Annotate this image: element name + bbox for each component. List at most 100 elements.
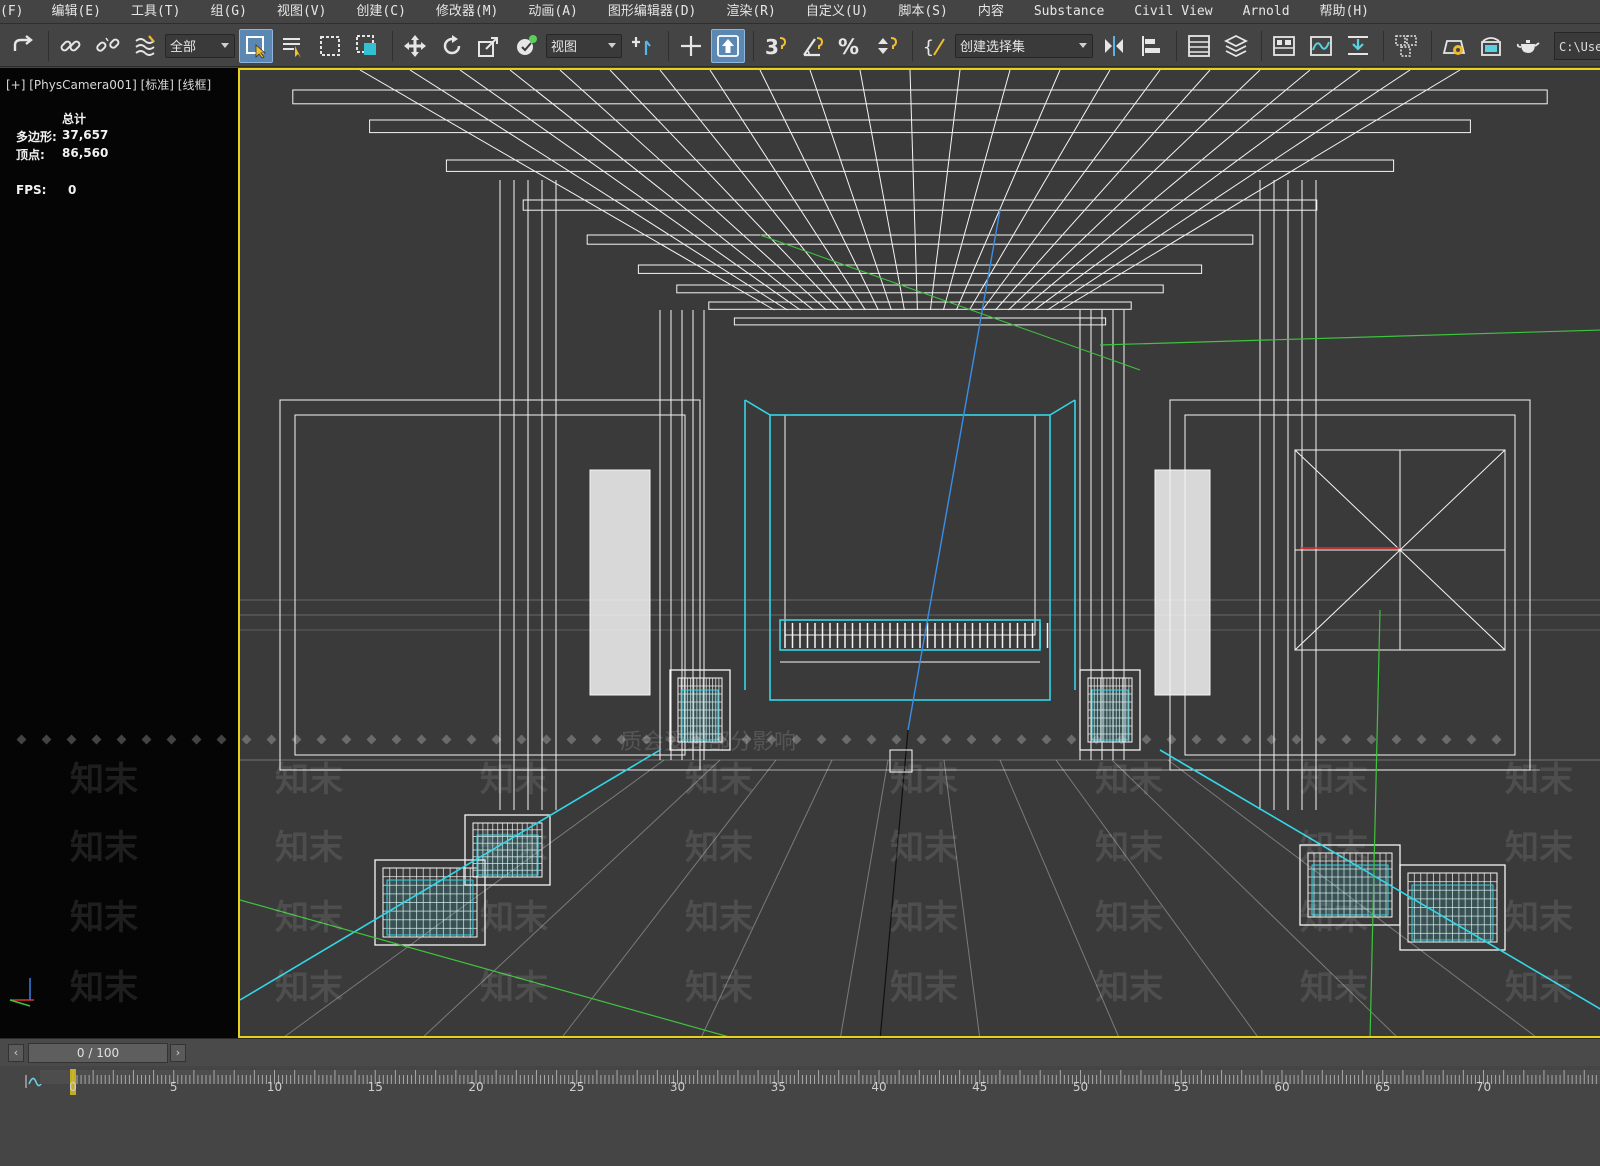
vertex-count-label: 顶点: [16, 148, 45, 162]
reference-coordinate-dropdown[interactable]: 视图 [546, 33, 622, 58]
scene-explorer-button[interactable] [1182, 29, 1216, 63]
track-bar[interactable]: 0 5 10 15 20 25 30 35 40 45 50 55 60 65 70 [0, 1066, 1600, 1166]
select-and-place-button[interactable] [509, 29, 543, 63]
rendered-frame-window-button[interactable] [1474, 29, 1508, 63]
render-teapot-icon [1516, 39, 1540, 53]
align-button[interactable] [1134, 29, 1168, 63]
viewport-stats-panel: [+] [PhysCamera001] [标准] [线框] 总计 多边形: 37… [0, 68, 238, 1038]
manipulate-icon [681, 35, 701, 56]
select-by-name-button[interactable] [276, 29, 310, 63]
angle-snap-icon [803, 36, 824, 56]
selection-filter-value: 全部 [170, 40, 197, 55]
curve-editor-icon [1310, 35, 1332, 56]
snaps-toggle-button[interactable]: 3 [759, 29, 793, 63]
mirror-icon [1105, 35, 1123, 56]
svg-text:%: % [838, 35, 859, 59]
bind-to-space-warp-button[interactable] [128, 29, 162, 63]
menu-rendering[interactable]: 渲染(R) [726, 0, 775, 23]
time-slider[interactable]: ‹ 0 / 100 › [0, 1038, 1600, 1066]
scene-explorer-icon [1188, 34, 1210, 57]
toolbar-separator [1383, 30, 1384, 61]
edit-named-selection-button[interactable]: { [918, 29, 952, 63]
toggle-ribbon-button[interactable] [1267, 29, 1301, 63]
named-selection-icon: { [923, 37, 945, 58]
rectangular-selection-region-button[interactable] [313, 29, 347, 63]
ruler-tick-label: 5 [169, 1080, 178, 1094]
use-pivot-center-button[interactable] [626, 29, 660, 63]
percent-snap-toggle-button[interactable]: % [833, 29, 867, 63]
select-and-scale-button[interactable] [472, 29, 506, 63]
ruler-tick-label: 50 [1072, 1080, 1089, 1094]
menu-substance[interactable]: Substance [1034, 0, 1104, 23]
ruler-tick-label: 55 [1173, 1080, 1189, 1094]
material-editor-icon [1395, 34, 1417, 57]
select-manipulate-button[interactable] [674, 29, 708, 63]
menu-edit[interactable]: 编辑(E) [51, 0, 100, 23]
unlink-selection-button[interactable] [91, 29, 125, 63]
schematic-view-button[interactable] [1341, 29, 1375, 63]
svg-text:3: 3 [765, 35, 779, 59]
menu-create[interactable]: 创建(C) [356, 0, 405, 23]
menu-customize[interactable]: 自定义(U) [806, 0, 868, 23]
menu-civil-view[interactable]: Civil View [1134, 0, 1212, 23]
unlink-icon [96, 37, 120, 52]
camera-viewport[interactable] [238, 68, 1600, 1038]
polygon-count-label: 多边形: [16, 130, 57, 144]
spinner-snap-toggle-button[interactable] [870, 29, 904, 63]
menu-help[interactable]: 帮助(H) [1320, 0, 1369, 23]
redo-icon [13, 34, 33, 51]
project-path-field[interactable]: C:\Use [1554, 31, 1600, 60]
select-and-move-button[interactable] [398, 29, 432, 63]
toolbar-separator [1431, 30, 1432, 61]
next-frame-button[interactable]: › [170, 1044, 186, 1062]
menu-tools[interactable]: 工具(T) [131, 0, 180, 23]
select-and-link-button[interactable] [54, 29, 88, 63]
vertex-count-value: 86,560 [62, 146, 109, 160]
ruler-tick-label: 15 [367, 1080, 383, 1094]
toolbar-separator [1176, 30, 1177, 61]
ruler-tick-label: 20 [468, 1080, 484, 1094]
viewport-label-menu[interactable]: [+] [PhysCamera001] [标准] [线框] [6, 76, 211, 93]
menu-modifiers[interactable]: 修改器(M) [436, 0, 498, 23]
previous-frame-button[interactable]: ‹ [8, 1044, 24, 1062]
angle-snap-toggle-button[interactable] [796, 29, 830, 63]
layer-explorer-button[interactable] [1219, 29, 1253, 63]
selection-region-icon [320, 35, 340, 56]
pivot-center-icon [632, 36, 651, 55]
menu-scripting[interactable]: 脚本(S) [898, 0, 947, 23]
curve-editor-button[interactable] [1304, 29, 1338, 63]
scale-icon [478, 36, 498, 57]
menu-graph-editors[interactable]: 图形编辑器(D) [608, 0, 696, 23]
stats-header: 总计 [62, 112, 87, 126]
time-slider-thumb[interactable]: 0 / 100 [28, 1043, 168, 1063]
menu-views[interactable]: 视图(V) [277, 0, 326, 23]
chevron-down-icon [608, 42, 616, 48]
select-object-button[interactable] [239, 28, 273, 63]
chevron-down-icon [1079, 42, 1087, 48]
menu-group[interactable]: 组(G) [210, 0, 246, 23]
polygon-count-value: 37,657 [62, 128, 109, 142]
menu-animation[interactable]: 动画(A) [528, 0, 577, 23]
menu-arnold[interactable]: Arnold [1243, 0, 1290, 23]
render-setup-button[interactable] [1437, 29, 1471, 63]
keyboard-shortcut-override-button[interactable] [711, 28, 745, 63]
named-selection-dropdown[interactable]: 创建选择集 [955, 33, 1093, 58]
window-crossing-button[interactable] [350, 29, 384, 63]
render-production-button[interactable] [1511, 29, 1545, 63]
menu-file[interactable]: (F) [0, 0, 23, 23]
link-icon [60, 40, 81, 51]
move-icon [404, 34, 426, 57]
layers-icon [1223, 34, 1249, 57]
shortcut-override-icon [717, 34, 739, 57]
toolbar-separator [392, 30, 393, 61]
selection-filter-dropdown[interactable]: 全部 [165, 33, 235, 58]
menu-content[interactable]: 内容 [978, 0, 1004, 23]
axis-tripod-icon [9, 978, 34, 1007]
toolbar-separator [48, 30, 49, 61]
material-editor-button[interactable] [1389, 29, 1423, 63]
redo-button[interactable] [6, 29, 40, 63]
percent-snap-icon: % [838, 35, 859, 59]
mirror-button[interactable] [1097, 29, 1131, 63]
select-and-rotate-button[interactable] [435, 29, 469, 63]
snap-3d-icon: 3 [765, 35, 787, 59]
